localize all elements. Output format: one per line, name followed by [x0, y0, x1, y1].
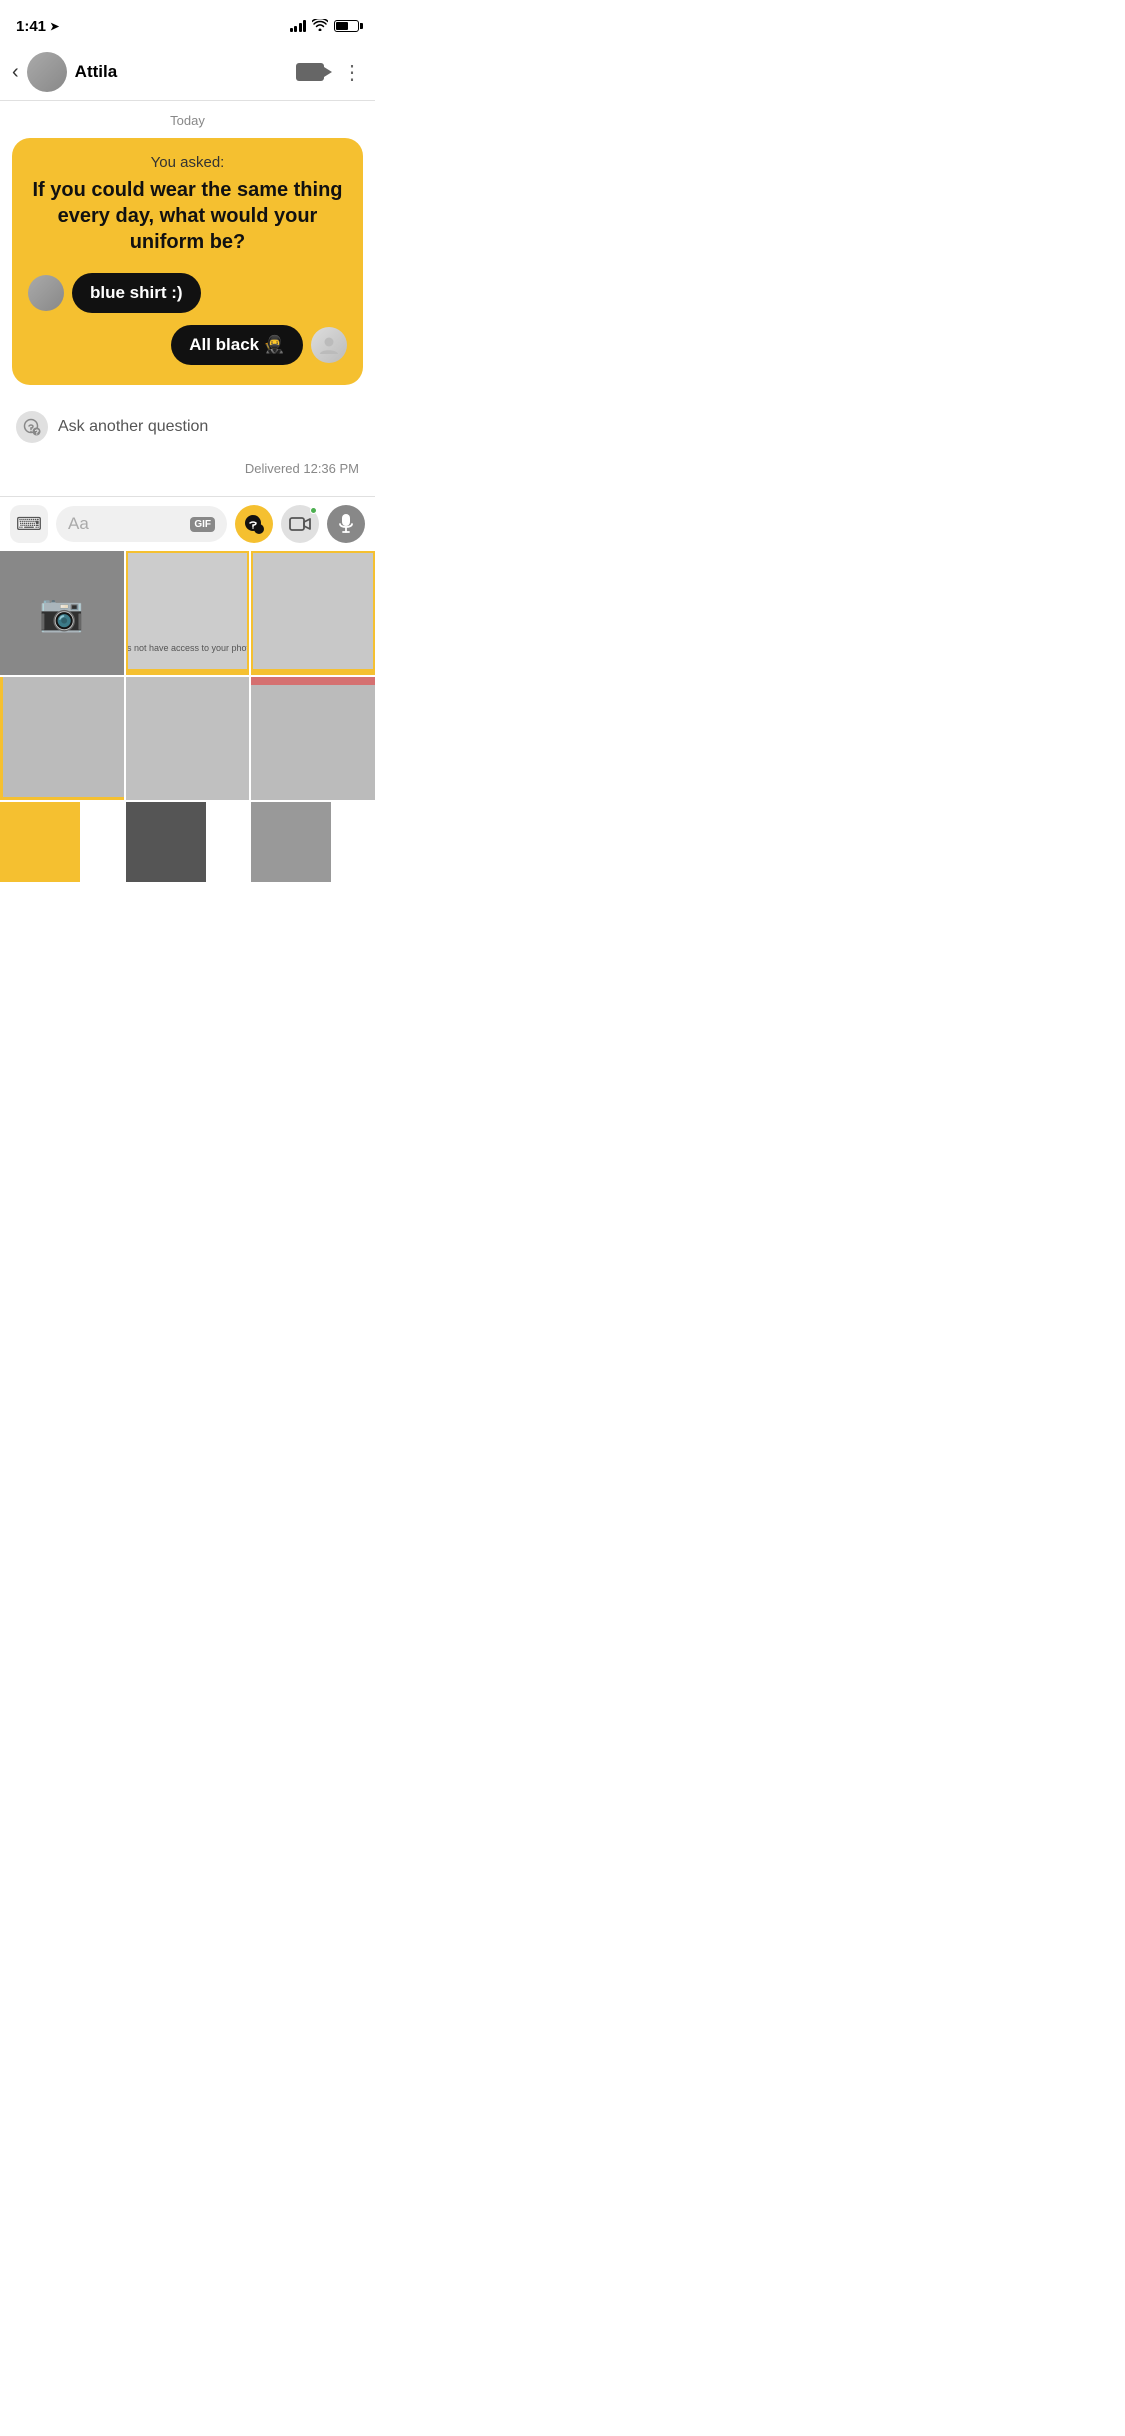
input-toolbar: ⌨ Aa GIF: [0, 496, 375, 551]
no-access-text: This app does not have access to your ph…: [126, 643, 250, 653]
media-cell-6[interactable]: [0, 802, 80, 882]
keyboard-button[interactable]: ⌨: [10, 505, 48, 543]
ask-another-button[interactable]: ? Ask another question: [12, 397, 363, 457]
media-cell-1[interactable]: This app does not have access to your ph…: [126, 551, 250, 675]
me-avatar: [311, 327, 347, 363]
ask-another-label: Ask another question: [58, 418, 208, 436]
battery-fill: [336, 22, 348, 30]
svg-text:?: ?: [35, 430, 39, 437]
them-message-bubble: blue shirt :): [72, 273, 201, 313]
wifi-icon: [312, 19, 328, 34]
me-message-bubble: All black 🥷: [171, 325, 303, 365]
back-chevron-icon: ‹: [12, 61, 19, 83]
date-label: Today: [12, 101, 363, 138]
delivered-label: Delivered 12:36 PM: [12, 457, 363, 496]
more-options-button[interactable]: ⋮: [342, 60, 363, 85]
header-actions: ⋮: [296, 60, 363, 85]
video-camera-icon: [296, 63, 324, 81]
contact-name[interactable]: Attila: [75, 62, 296, 82]
camera-cell[interactable]: 📷: [0, 551, 124, 675]
media-cell-5[interactable]: [251, 677, 375, 801]
media-grid: 📷 This app does not have access to your …: [0, 551, 375, 882]
media-cell-8[interactable]: [251, 802, 331, 882]
media-cell-4[interactable]: [126, 677, 250, 801]
message-row-me: All black 🥷: [28, 325, 347, 365]
location-icon: ➤: [50, 20, 59, 33]
chat-area: Today You asked: If you could wear the s…: [0, 101, 375, 496]
message-row-them: blue shirt :): [28, 273, 347, 313]
me-message-text: All black 🥷: [189, 335, 285, 354]
status-icons: [290, 19, 360, 34]
question-bubble-button[interactable]: [235, 505, 273, 543]
text-input[interactable]: Aa: [68, 514, 184, 534]
ask-question-icon: ?: [16, 411, 48, 443]
time-label: 1:41: [16, 18, 46, 35]
status-time: 1:41 ➤: [16, 18, 59, 35]
live-dot: [310, 507, 317, 514]
text-input-wrapper[interactable]: Aa GIF: [56, 506, 227, 542]
signal-bars: [290, 20, 307, 32]
gif-button[interactable]: GIF: [190, 517, 215, 532]
you-asked-label: You asked:: [28, 154, 347, 171]
camera-video-button[interactable]: [281, 505, 319, 543]
status-bar: 1:41 ➤: [0, 0, 375, 44]
media-cell-7[interactable]: [126, 802, 206, 882]
chat-header: ‹ Attila ⋮: [0, 44, 375, 101]
video-call-button[interactable]: [296, 63, 324, 81]
question-text: If you could wear the same thing every d…: [28, 177, 347, 255]
media-cell-2[interactable]: [251, 551, 375, 675]
keyboard-icon: ⌨: [16, 514, 42, 535]
question-card: You asked: If you could wear the same th…: [12, 138, 363, 385]
back-button[interactable]: ‹: [12, 57, 27, 88]
media-cell-3[interactable]: [0, 677, 124, 801]
contact-avatar[interactable]: [27, 52, 67, 92]
camera-icon: 📷: [39, 592, 84, 634]
messages-in-card: blue shirt :) All black 🥷: [28, 273, 347, 365]
microphone-button[interactable]: [327, 505, 365, 543]
them-avatar: [28, 275, 64, 311]
battery-icon: [334, 20, 359, 32]
them-message-text: blue shirt :): [90, 283, 183, 302]
